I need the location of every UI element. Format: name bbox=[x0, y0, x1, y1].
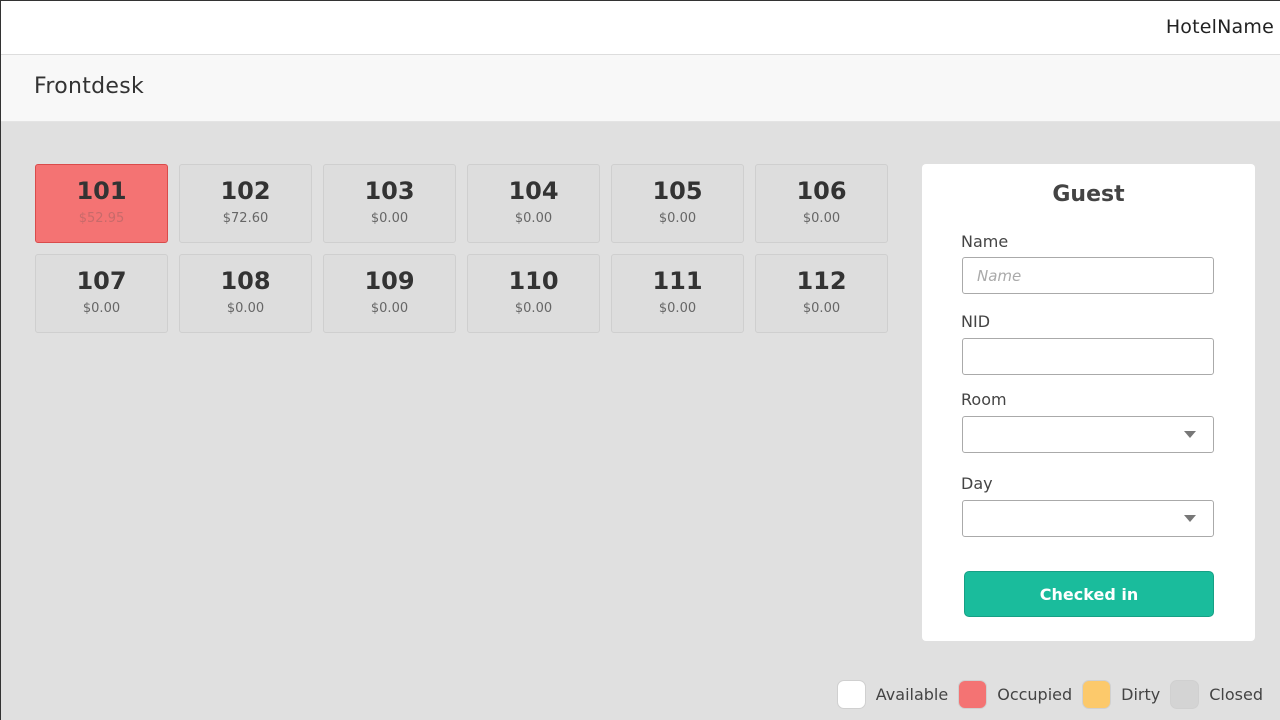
occupied-swatch bbox=[958, 679, 988, 709]
room-tile-104[interactable]: 104 $0.00 bbox=[467, 164, 600, 243]
room-number: 111 bbox=[652, 267, 703, 295]
room-price: $0.00 bbox=[658, 211, 697, 226]
room-price: $0.00 bbox=[82, 301, 121, 316]
room-number: 102 bbox=[220, 177, 271, 205]
name-label: Name bbox=[961, 232, 1009, 251]
room-price: $0.00 bbox=[802, 211, 841, 226]
room-price: $72.60 bbox=[222, 211, 269, 226]
app-page: HotelName Frontdesk 101 $52.95 102 $72.6… bbox=[0, 0, 1280, 720]
page-header: Frontdesk bbox=[1, 55, 1280, 122]
room-grid: 101 $52.95 102 $72.60 103 $0.00 104 $0.0… bbox=[35, 164, 889, 333]
room-number: 106 bbox=[796, 177, 847, 205]
room-price: $0.00 bbox=[658, 301, 697, 316]
available-swatch bbox=[836, 679, 866, 709]
room-number: 103 bbox=[364, 177, 415, 205]
guest-form-title: Guest bbox=[1052, 182, 1125, 207]
day-label: Day bbox=[961, 474, 993, 493]
room-tile-111[interactable]: 111 $0.00 bbox=[611, 254, 744, 333]
checked-in-button[interactable]: Checked in bbox=[964, 571, 1214, 617]
room-price: $0.00 bbox=[370, 301, 409, 316]
nid-input[interactable] bbox=[962, 338, 1214, 375]
room-tile-107[interactable]: 107 $0.00 bbox=[35, 254, 168, 333]
hotel-name[interactable]: HotelName bbox=[1166, 16, 1274, 38]
room-tile-103[interactable]: 103 $0.00 bbox=[323, 164, 456, 243]
room-number: 105 bbox=[652, 177, 703, 205]
legend-label: Available bbox=[875, 684, 949, 704]
room-tile-102[interactable]: 102 $72.60 bbox=[179, 164, 312, 243]
chevron-down-icon bbox=[1184, 431, 1196, 438]
room-tile-112[interactable]: 112 $0.00 bbox=[755, 254, 888, 333]
nid-label: NID bbox=[961, 312, 991, 331]
room-label: Room bbox=[961, 390, 1007, 409]
room-number: 112 bbox=[796, 267, 847, 295]
room-tile-101[interactable]: 101 $52.95 bbox=[35, 164, 168, 243]
dirty-swatch bbox=[1082, 679, 1112, 709]
room-price: $0.00 bbox=[226, 301, 265, 316]
top-navbar: HotelName bbox=[1, 1, 1280, 55]
room-price: $0.00 bbox=[802, 301, 841, 316]
legend-item-closed: Closed bbox=[1170, 679, 1263, 709]
room-number: 107 bbox=[76, 267, 127, 295]
room-number: 104 bbox=[508, 177, 559, 205]
legend-label: Closed bbox=[1209, 684, 1263, 704]
guest-form-panel: Guest Name NID Room Day Checked in bbox=[922, 164, 1255, 641]
room-price: $0.00 bbox=[514, 301, 553, 316]
legend-item-dirty: Dirty bbox=[1082, 679, 1161, 709]
legend-label: Dirty bbox=[1121, 684, 1161, 704]
name-input[interactable] bbox=[962, 257, 1214, 294]
room-select[interactable] bbox=[962, 416, 1214, 453]
room-tile-109[interactable]: 109 $0.00 bbox=[323, 254, 456, 333]
legend-item-available: Available bbox=[836, 679, 949, 709]
chevron-down-icon bbox=[1184, 515, 1196, 522]
room-price: $0.00 bbox=[370, 211, 409, 226]
room-price: $0.00 bbox=[514, 211, 553, 226]
room-tile-110[interactable]: 110 $0.00 bbox=[467, 254, 600, 333]
room-number: 108 bbox=[220, 267, 271, 295]
room-status-legend: Available Occupied Dirty Closed bbox=[827, 679, 1263, 709]
room-tile-108[interactable]: 108 $0.00 bbox=[179, 254, 312, 333]
legend-item-occupied: Occupied bbox=[958, 679, 1073, 709]
room-tile-106[interactable]: 106 $0.00 bbox=[755, 164, 888, 243]
room-tile-105[interactable]: 105 $0.00 bbox=[611, 164, 744, 243]
legend-label: Occupied bbox=[997, 684, 1073, 704]
room-price: $52.95 bbox=[78, 211, 125, 226]
room-number: 109 bbox=[364, 267, 415, 295]
room-number: 101 bbox=[76, 177, 127, 205]
closed-swatch bbox=[1170, 679, 1200, 709]
day-select[interactable] bbox=[962, 500, 1214, 537]
page-title: Frontdesk bbox=[34, 74, 145, 99]
room-number: 110 bbox=[508, 267, 559, 295]
